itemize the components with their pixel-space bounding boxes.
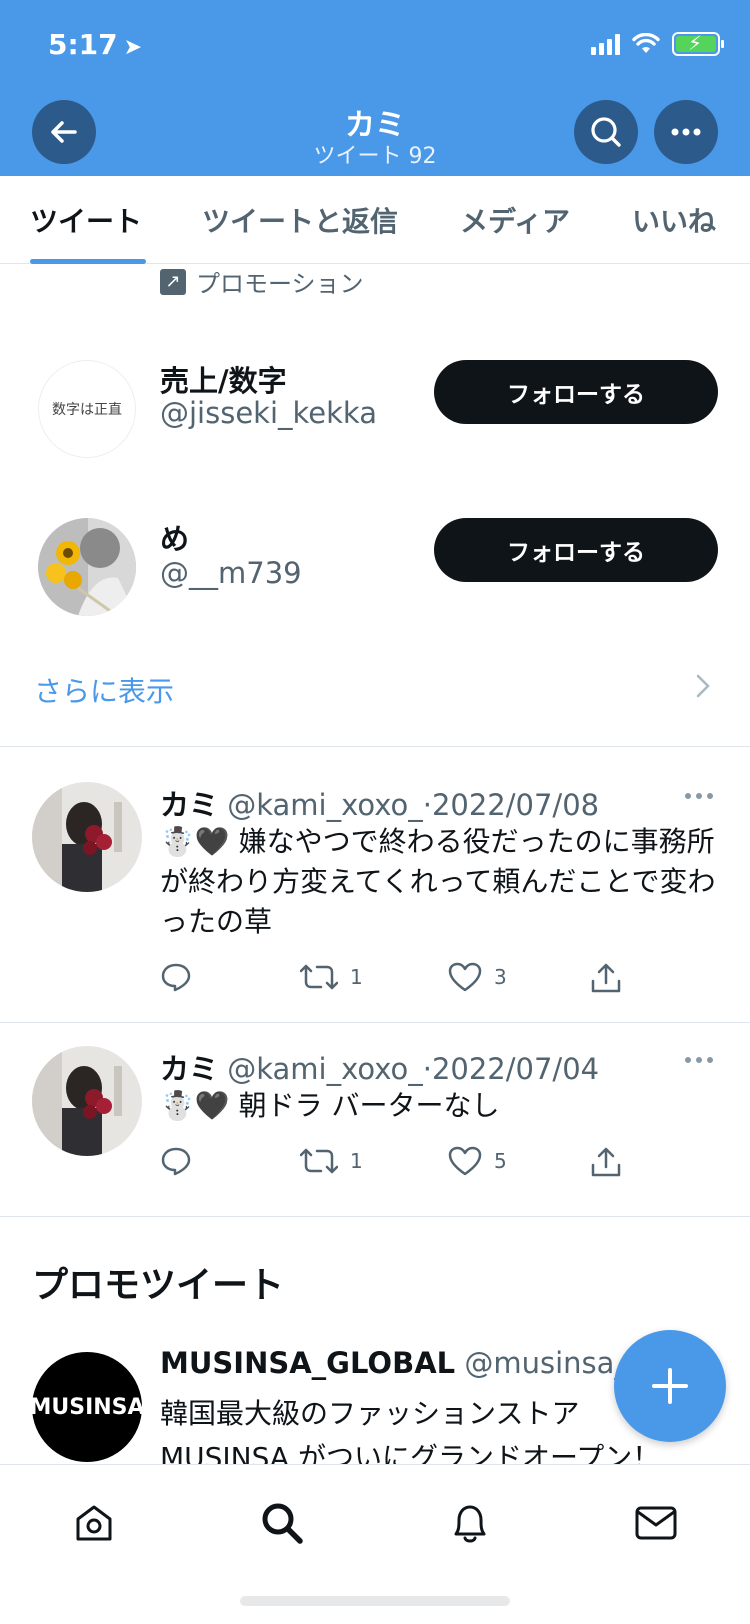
user-handle: @jisseki_kekka: [160, 396, 377, 430]
tweet-author: カミ: [160, 788, 219, 822]
suggested-user[interactable]: 数字は正直 売上/数字 @jisseki_kekka フォローする: [0, 350, 750, 470]
reply-icon: [161, 1147, 191, 1176]
avatar-text: MUSINSA: [29, 1394, 145, 1420]
user-name: 売上/数字: [160, 364, 287, 398]
profile-tabs: ツイート ツイートと返信 メディア いいね: [0, 176, 750, 264]
share-icon: [591, 1147, 621, 1177]
retweet-icon: [300, 964, 338, 990]
search-icon: [591, 117, 621, 147]
heart-icon: [448, 1146, 482, 1176]
chevron-right-icon: [696, 674, 710, 698]
tweet-handle: @kami_xoxo_: [227, 1052, 423, 1086]
tweet-header: カミ @kami_xoxo_·2022/07/04: [160, 1052, 600, 1086]
promo-author: MUSINSA_GLOBAL: [160, 1346, 456, 1380]
tweet-body: ☃️🖤 朝ドラ バーターなし: [160, 1086, 720, 1126]
plus-icon: [652, 1368, 688, 1404]
nav-notifications[interactable]: [440, 1493, 500, 1553]
nav-home[interactable]: [64, 1493, 124, 1553]
black-heart-emoji: 🖤: [194, 1089, 230, 1122]
tweet-author: カミ: [160, 1052, 219, 1086]
tweet-more-icon[interactable]: [684, 792, 714, 800]
nav-messages[interactable]: [626, 1493, 686, 1553]
retweet-count: 1: [350, 1149, 363, 1173]
search-icon: [262, 1503, 303, 1544]
divider: [0, 746, 750, 747]
divider: [0, 1022, 750, 1023]
location-arrow-icon: ➤: [123, 35, 143, 60]
tweet-header: カミ @kami_xoxo_·2022/07/08: [160, 788, 600, 822]
tweet-date: 2022/07/08: [431, 788, 600, 822]
like-button[interactable]: 5: [448, 1146, 507, 1176]
snowman-emoji: ☃️: [160, 1089, 195, 1122]
follow-button[interactable]: フォローする: [434, 518, 718, 582]
home-indicator: [240, 1596, 510, 1606]
promo-handle: @musinsa_: [464, 1346, 629, 1380]
promo-tweet-header: MUSINSA_GLOBAL @musinsa_: [160, 1346, 629, 1380]
tweet-handle: @kami_xoxo_: [227, 788, 423, 822]
status-icons: ⚡: [591, 30, 724, 58]
signal-icon: [591, 33, 620, 55]
avatar: [38, 518, 136, 616]
promotion-text: プロモーション: [196, 270, 364, 298]
tweet-body: ☃️🖤 嫌なやつで終わる役だったのに事務所が終わり方変えてくれって頼んだことで変…: [160, 822, 720, 942]
search-button[interactable]: [574, 100, 638, 164]
tweet-count: ツイート 92: [313, 144, 437, 169]
tweet[interactable]: カミ @kami_xoxo_·2022/07/04 ☃️🖤 朝ドラ バーターなし…: [0, 1046, 750, 1186]
promo-tweets-heading: プロモツイート: [32, 1265, 285, 1306]
more-horizontal-icon: [671, 128, 701, 136]
nav-search[interactable]: [252, 1493, 312, 1553]
promoted-icon: ↗: [160, 268, 186, 295]
tweet-date: 2022/07/04: [431, 1052, 600, 1086]
share-button[interactable]: [590, 962, 622, 994]
retweet-button[interactable]: 1: [300, 962, 363, 992]
profile-header: 5:17 ➤ ⚡ カミ ツイート 92: [0, 0, 750, 176]
like-count: 5: [494, 1149, 507, 1173]
black-heart-emoji: 🖤: [194, 825, 230, 858]
tab-tweets[interactable]: ツイート: [30, 176, 147, 264]
snowman-emoji: ☃️: [160, 825, 195, 858]
more-options-button[interactable]: [654, 100, 718, 164]
mail-icon: [635, 1506, 677, 1540]
tweet-actions: 1 5: [160, 1146, 640, 1186]
clock: 5:17: [48, 28, 118, 61]
tweet-text: 嫌なやつで終わる役だったのに事務所が終わり方変えてくれって頼んだことで変わったの…: [160, 825, 716, 938]
wifi-icon: [632, 33, 660, 53]
reply-button[interactable]: [160, 962, 192, 992]
avatar: 数字は正直: [38, 360, 136, 458]
retweet-button[interactable]: 1: [300, 1146, 363, 1176]
share-button[interactable]: [590, 1146, 622, 1178]
retweet-icon: [300, 1148, 338, 1174]
like-count: 3: [494, 965, 507, 989]
tab-media[interactable]: メディア: [460, 176, 570, 264]
promotion-label: ↗ プロモーション: [160, 264, 364, 299]
suggested-user[interactable]: め @__m739 フォローする: [0, 508, 750, 628]
tweet-actions: 1 3: [160, 962, 640, 1002]
compose-tweet-button[interactable]: [614, 1330, 726, 1442]
tweet-text: 朝ドラ バーターなし: [238, 1089, 500, 1122]
tab-likes[interactable]: いいね: [632, 176, 716, 264]
follow-button[interactable]: フォローする: [434, 360, 718, 424]
tab-tweets-and-replies[interactable]: ツイートと返信: [202, 176, 398, 264]
heart-icon: [448, 962, 482, 992]
reply-button[interactable]: [160, 1146, 192, 1176]
divider: [0, 1216, 750, 1217]
user-name: め: [160, 522, 190, 556]
status-time: 5:17 ➤: [48, 28, 142, 61]
user-handle: @__m739: [160, 556, 302, 590]
tweet-more-icon[interactable]: [684, 1056, 714, 1064]
bell-icon: [454, 1505, 486, 1543]
tweet[interactable]: カミ @kami_xoxo_·2022/07/08 ☃️🖤 嫌なやつで終わる役だ…: [0, 782, 750, 1022]
avatar-text: 数字は正直: [52, 402, 122, 418]
share-icon: [591, 963, 621, 993]
battery-icon: ⚡: [672, 31, 724, 56]
retweet-count: 1: [350, 965, 363, 989]
like-button[interactable]: 3: [448, 962, 507, 992]
reply-icon: [161, 963, 191, 992]
avatar[interactable]: MUSINSA: [29, 1352, 145, 1462]
avatar: [32, 782, 142, 892]
home-icon: [76, 1505, 112, 1541]
show-more-link[interactable]: さらに表示: [34, 670, 174, 710]
avatar: [32, 1046, 142, 1156]
